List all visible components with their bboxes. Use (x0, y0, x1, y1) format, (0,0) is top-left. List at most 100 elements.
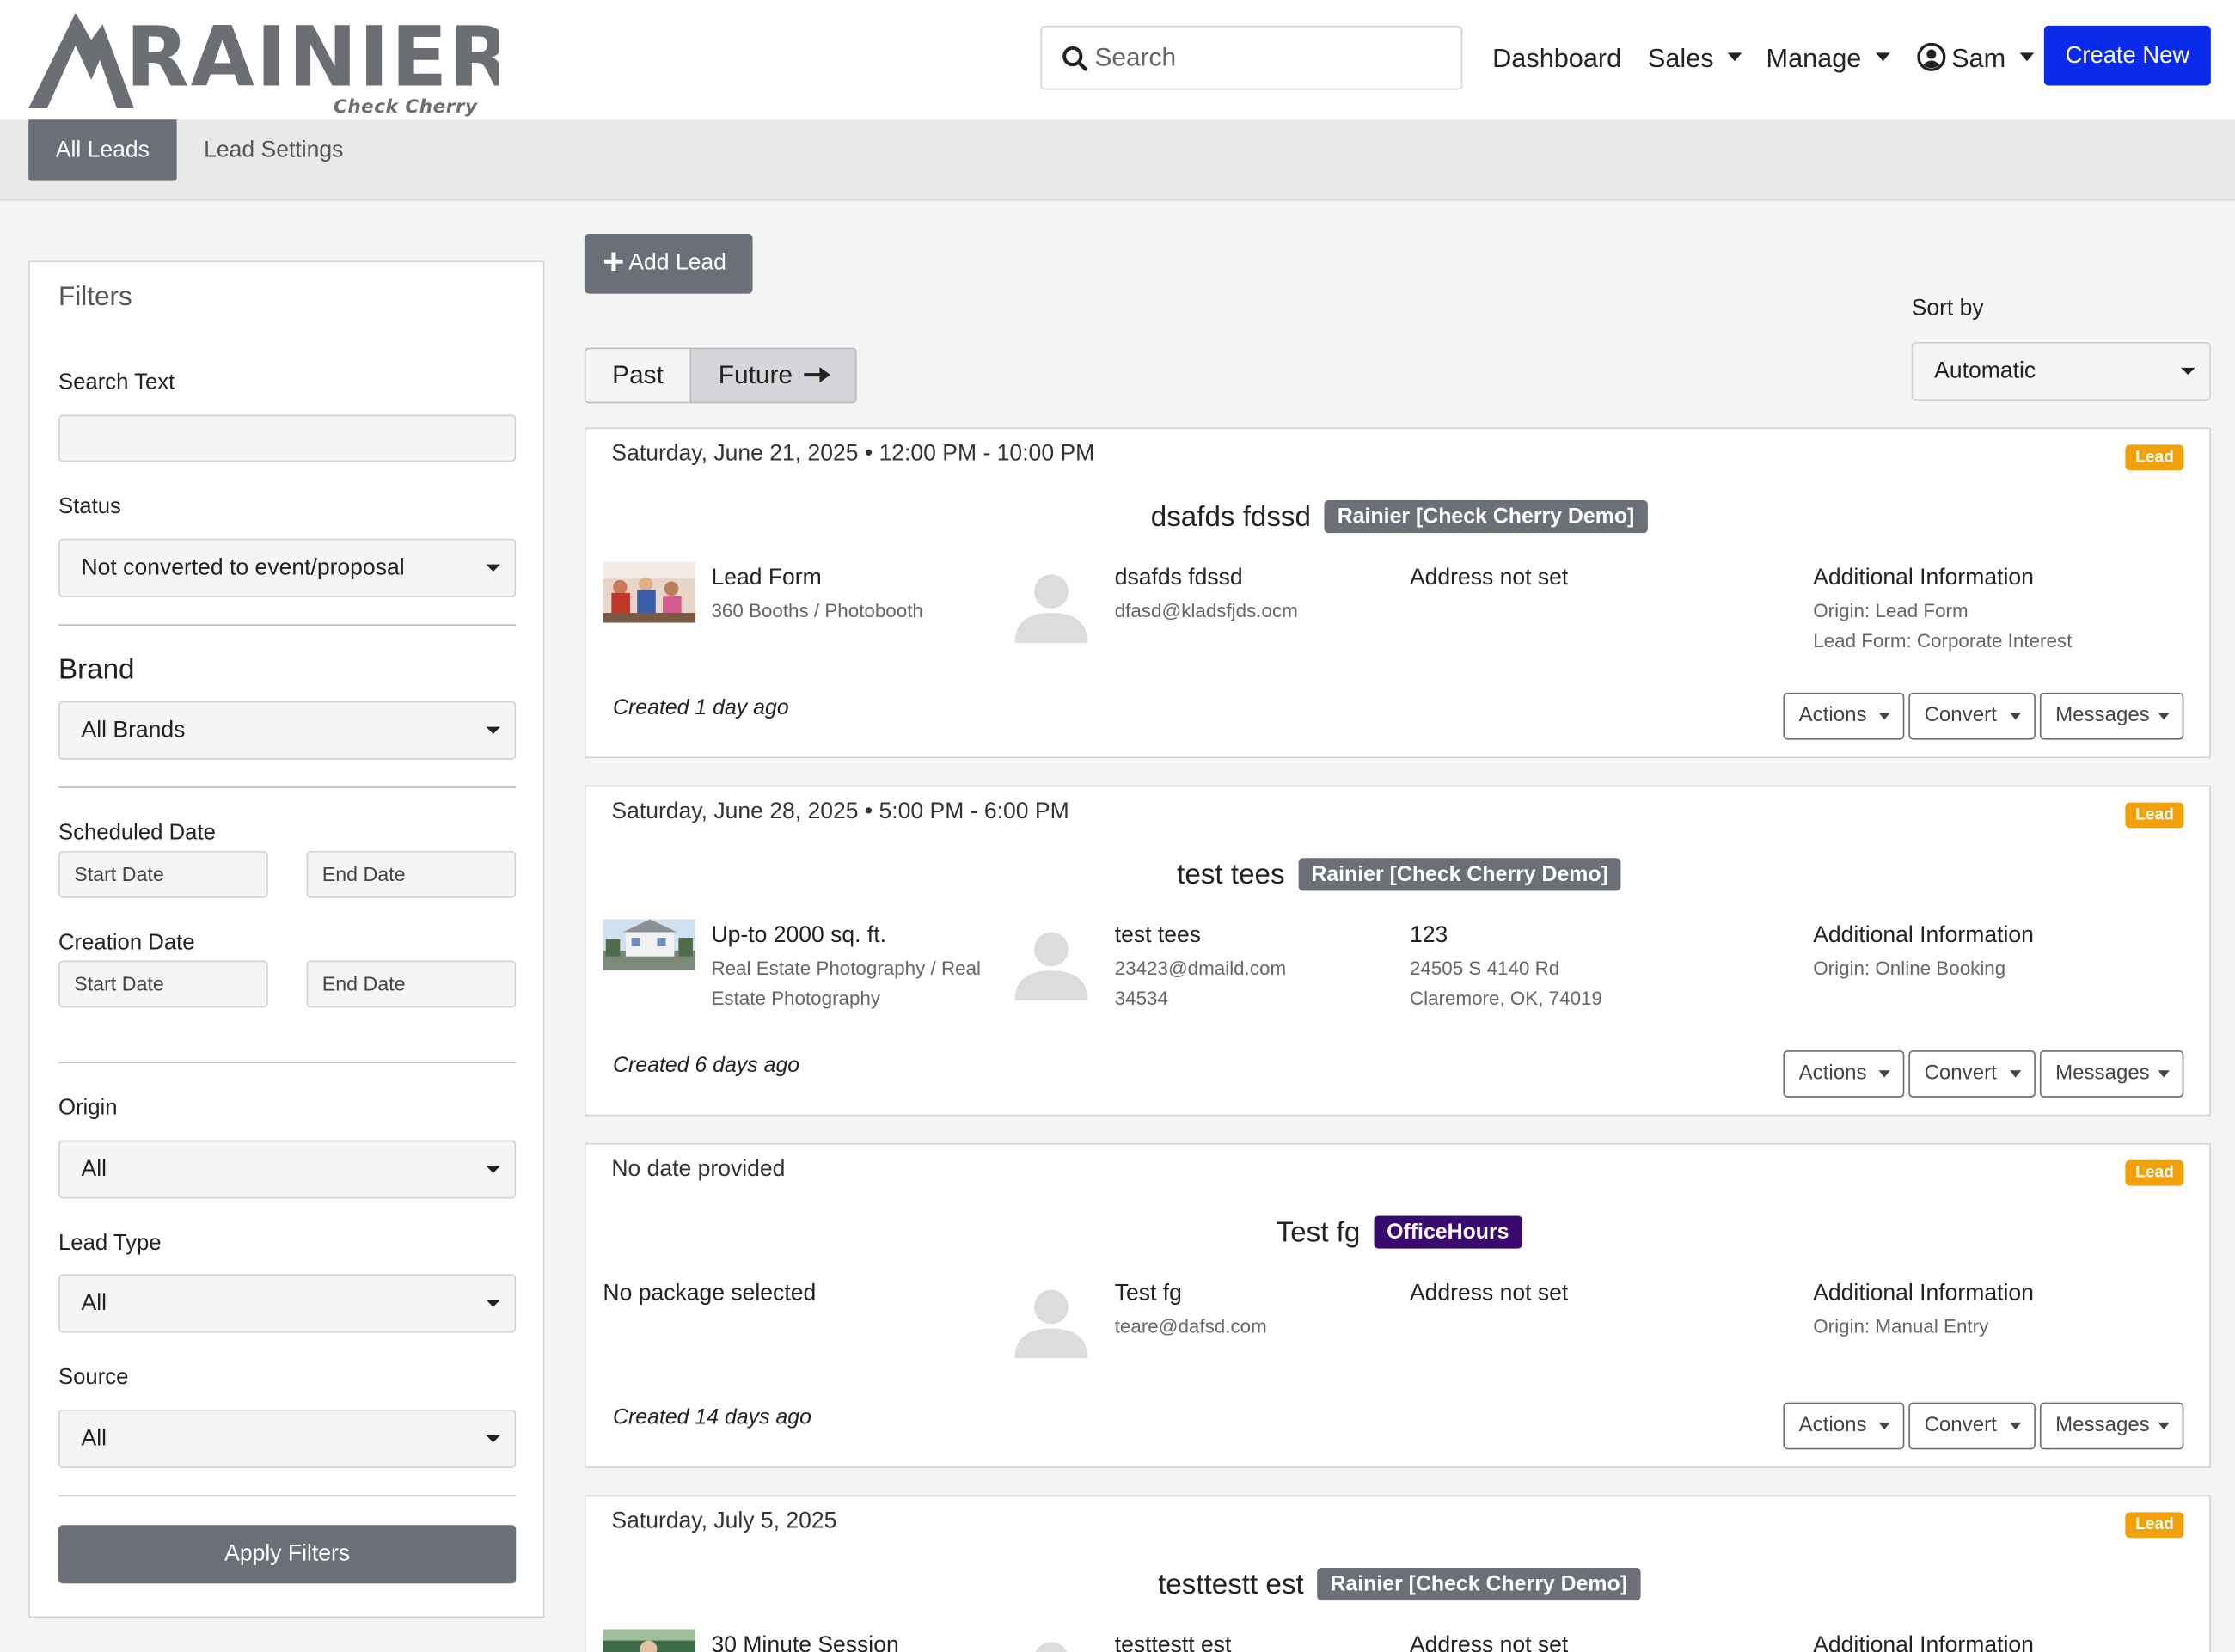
contact-email: teare@dafsd.com (1114, 1315, 1267, 1337)
contact-email: 23423@dmaild.com (1114, 958, 1287, 980)
nav-manage[interactable]: Manage (1767, 43, 1890, 74)
search-input[interactable] (1094, 27, 1452, 89)
divider (58, 624, 517, 626)
address-line: 123 (1409, 923, 1448, 948)
nav-sales[interactable]: Sales (1648, 43, 1742, 74)
convert-dropdown-button[interactable]: Convert (1908, 1402, 2036, 1450)
package-thumbnail (603, 561, 696, 623)
lead-name-link[interactable]: Test fg (1277, 1217, 1361, 1248)
add-lead-label: Add Lead (628, 250, 726, 276)
source-select-value: All (81, 1426, 107, 1452)
nav-dashboard[interactable]: Dashboard (1492, 43, 1621, 74)
scheduled-start-date-input[interactable]: Start Date (58, 850, 268, 898)
source-select[interactable]: All (58, 1409, 517, 1468)
convert-dropdown-button[interactable]: Convert (1908, 1050, 2036, 1098)
messages-dropdown-button[interactable]: Messages (2039, 1402, 2184, 1450)
scheduled-end-date-input[interactable]: End Date (306, 850, 517, 898)
messages-label: Messages (2055, 1062, 2150, 1085)
brand-select[interactable]: All Brands (58, 701, 517, 760)
package-title: 30 Minute Session (711, 1633, 899, 1652)
tab-lead-settings[interactable]: Lead Settings (204, 138, 343, 164)
origin-select[interactable]: All (58, 1140, 517, 1199)
caret-down-icon (2010, 1070, 2022, 1078)
lead-name-link[interactable]: dsafds fdssd (1151, 502, 1311, 533)
lead-card: No date provided Lead Test fg OfficeHour… (584, 1142, 2211, 1468)
created-ago: Created 6 days ago (613, 1053, 800, 1078)
convert-dropdown-button[interactable]: Convert (1908, 692, 2036, 740)
caret-down-icon (486, 1166, 501, 1173)
filters-title: Filters (58, 282, 132, 313)
divider (58, 1062, 517, 1064)
lead-type-select[interactable]: All (58, 1274, 517, 1333)
past-toggle-button[interactable]: Past (584, 347, 692, 404)
actions-dropdown-button[interactable]: Actions (1783, 1402, 1905, 1450)
creation-start-date-input[interactable]: Start Date (58, 960, 268, 1008)
additional-info-title: Additional Information (1813, 1281, 2034, 1306)
contact-name: dsafds fdssd (1114, 566, 1243, 590)
search-text-input[interactable] (58, 414, 517, 462)
additional-info-origin: Origin: Online Booking (1813, 958, 2006, 980)
contact-name: Test fg (1114, 1281, 1182, 1306)
lead-date: Saturday, June 21, 2025 • 12:00 PM - 10:… (611, 442, 1095, 467)
source-label: Source (58, 1365, 129, 1390)
app-root: RAINIER Check Cherry Demo Dashboard Sale… (0, 0, 2235, 1652)
contact-avatar-icon (1012, 1282, 1090, 1360)
lead-date: Saturday, July 5, 2025 (611, 1509, 837, 1534)
caret-down-icon (2158, 1422, 2170, 1430)
caret-down-icon (2158, 713, 2170, 720)
sort-by-label: Sort by (1911, 296, 1984, 321)
sort-select[interactable]: Automatic (1911, 341, 2211, 401)
brand-badge: Rainier [Check Cherry Demo] (1324, 500, 1648, 534)
future-toggle-button[interactable]: Future (689, 347, 857, 404)
lead-status-badge: Lead (2125, 1512, 2184, 1539)
messages-label: Messages (2055, 1413, 2150, 1437)
future-label: Future (718, 360, 793, 389)
brand-badge: Rainier [Check Cherry Demo] (1317, 1568, 1640, 1601)
status-select-value: Not converted to event/proposal (81, 555, 405, 580)
apply-filters-button[interactable]: Apply Filters (58, 1525, 517, 1584)
actions-dropdown-button[interactable]: Actions (1783, 1050, 1905, 1098)
actions-label: Actions (1798, 704, 1867, 727)
chevron-down-icon (1728, 52, 1742, 62)
contact-avatar-icon (1012, 924, 1090, 1002)
actions-dropdown-button[interactable]: Actions (1783, 692, 1905, 740)
additional-info-title: Additional Information (1813, 1633, 2034, 1652)
lead-type-select-value: All (81, 1291, 107, 1316)
add-lead-button[interactable]: Add Lead (584, 233, 753, 294)
divider (58, 786, 517, 788)
caret-down-icon (1878, 713, 1890, 720)
nav-user-menu[interactable]: Sam (1917, 42, 2035, 74)
additional-info-form: Lead Form: Corporate Interest (1813, 629, 2073, 652)
actions-label: Actions (1798, 1062, 1867, 1085)
additional-info-origin: Origin: Lead Form (1813, 600, 1969, 621)
caret-down-icon (2010, 1422, 2022, 1430)
convert-label: Convert (1924, 704, 1997, 727)
contact-name: test tees (1114, 923, 1202, 948)
contact-email: dfasd@kladsfjds.ocm (1114, 600, 1298, 621)
creation-end-date-input[interactable]: End Date (306, 960, 517, 1008)
address-street: 24505 S 4140 Rd (1409, 958, 1560, 980)
leads-subnav: All Leads Lead Settings (0, 119, 2235, 201)
lead-title: dsafds fdssd Rainier [Check Cherry Demo] (586, 500, 2213, 535)
brand-badge: OfficeHours (1374, 1215, 1522, 1249)
lead-name-link[interactable]: test tees (1177, 860, 1284, 890)
chevron-down-icon (1875, 52, 1890, 62)
divider (58, 1495, 517, 1497)
messages-label: Messages (2055, 704, 2150, 727)
search-box[interactable] (1040, 25, 1463, 90)
create-new-button[interactable]: Create New (2043, 25, 2211, 86)
messages-dropdown-button[interactable]: Messages (2039, 692, 2184, 740)
caret-down-icon (1878, 1422, 1890, 1430)
status-select[interactable]: Not converted to event/proposal (58, 538, 517, 597)
rainier-logo[interactable]: RAINIER Check Cherry Demo (28, 9, 512, 140)
package-thumbnail (603, 919, 696, 971)
messages-dropdown-button[interactable]: Messages (2039, 1050, 2184, 1098)
caret-down-icon (486, 1435, 501, 1443)
contact-phone: 34534 (1114, 988, 1168, 1010)
brand-select-value: All Brands (81, 718, 186, 743)
tab-all-leads[interactable]: All Leads (28, 119, 177, 181)
lead-name-link[interactable]: testtestt est (1158, 1569, 1304, 1600)
contact-avatar-icon (1012, 1633, 1090, 1652)
caret-down-icon (2010, 713, 2022, 720)
brand-badge: Rainier [Check Cherry Demo] (1298, 858, 1621, 891)
